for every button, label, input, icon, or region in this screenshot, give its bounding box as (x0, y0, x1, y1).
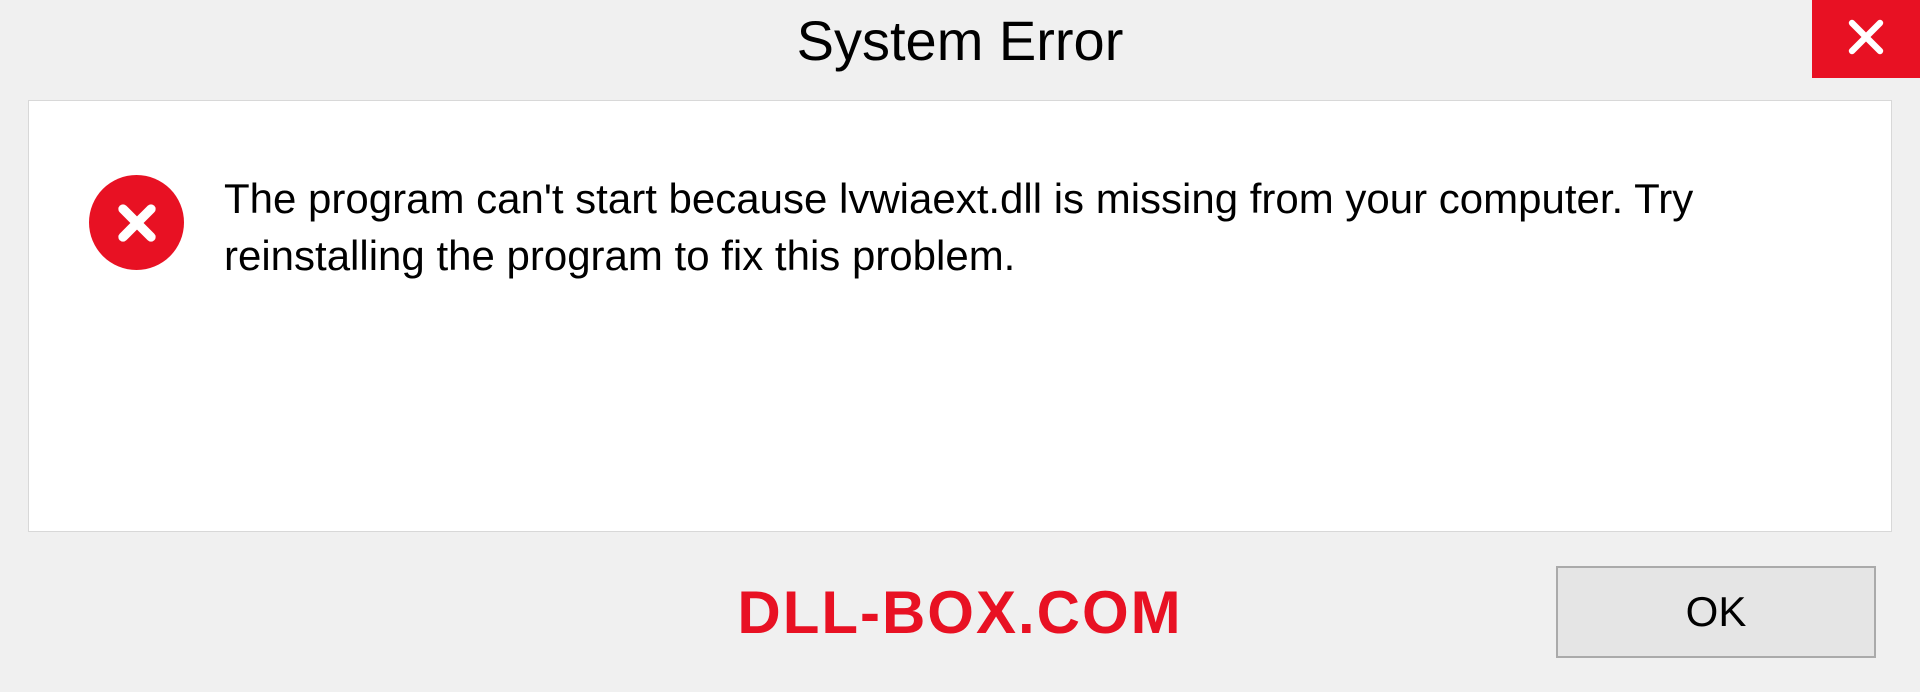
dialog-footer: DLL-BOX.COM OK (0, 532, 1920, 692)
error-message: The program can't start because lvwiaext… (224, 171, 1824, 284)
error-dialog: System Error The program can't start bec… (0, 0, 1920, 692)
content-panel: The program can't start because lvwiaext… (28, 100, 1892, 532)
titlebar: System Error (0, 0, 1920, 100)
error-icon (89, 175, 184, 270)
ok-button[interactable]: OK (1556, 566, 1876, 658)
dialog-title: System Error (797, 8, 1124, 73)
close-button[interactable] (1812, 0, 1920, 78)
close-icon (1842, 13, 1890, 66)
branding-text: DLL-BOX.COM (737, 578, 1182, 647)
